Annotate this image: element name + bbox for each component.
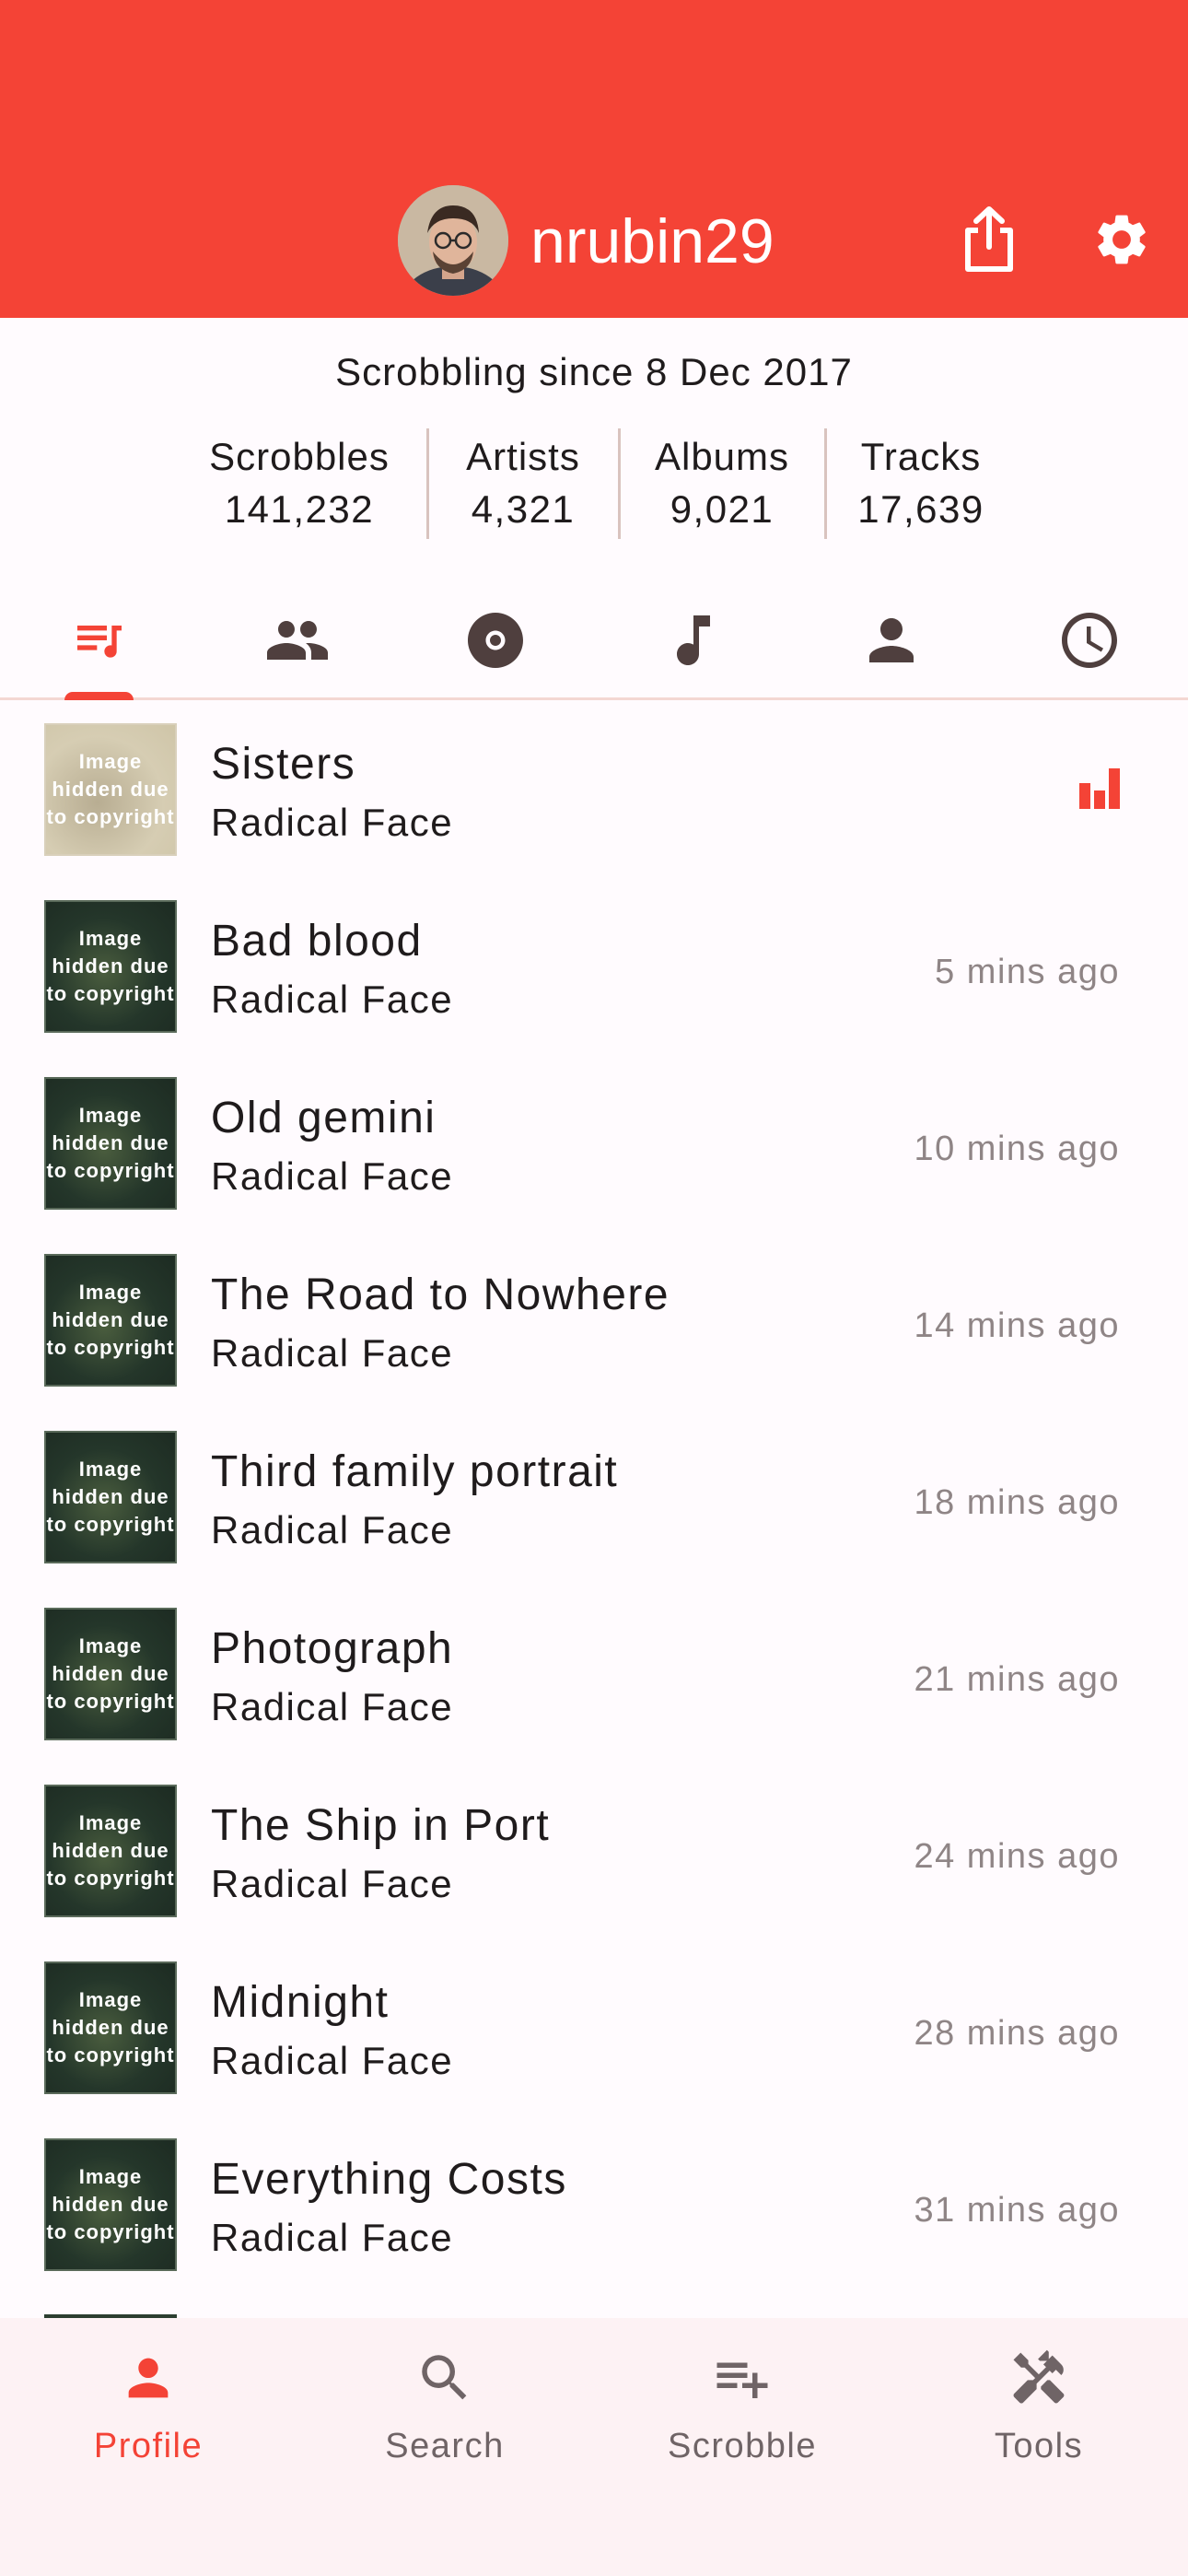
track-title: Photograph [211, 1624, 454, 1673]
list-item[interactable]: Image hidden due to copyright Photograph… [0, 1594, 1188, 1771]
track-title: Third family portrait [211, 1447, 619, 1496]
nav-profile[interactable]: Profile [0, 2346, 297, 2493]
scrobble-time: 28 mins ago [914, 2014, 1120, 2053]
track-title: The Road to Nowhere [211, 1270, 670, 1319]
track-artist: Radical Face [211, 1154, 454, 1198]
stat-artists: Artists 4,321 [451, 431, 595, 536]
track-artist: Radical Face [211, 2039, 454, 2082]
playlist-add-icon [716, 2362, 768, 2398]
album-art: Image hidden due to copyright [44, 1785, 177, 1917]
scrobbling-since: Scrobbling since 8 Dec 2017 [335, 350, 853, 393]
nav-label: Scrobble [668, 2427, 817, 2465]
track-artist: Radical Face [211, 1685, 454, 1728]
stat-divider [426, 428, 429, 539]
scrobble-time: 31 mins ago [914, 2191, 1120, 2230]
track-title: Old gemini [211, 1094, 437, 1142]
avatar[interactable] [398, 185, 508, 296]
tab-scrobbles[interactable] [0, 580, 198, 700]
nav-label: Tools [994, 2427, 1084, 2465]
album-art: Image hidden due to copyright [44, 1431, 177, 1563]
track-title: Bad blood [211, 917, 423, 966]
list-item[interactable]: Image hidden due to copyright The Road t… [0, 1240, 1188, 1417]
profile-tabs [0, 580, 1188, 700]
share-button[interactable] [954, 205, 1024, 275]
people-icon [266, 621, 328, 660]
nav-label: Profile [93, 2427, 204, 2465]
tab-history[interactable] [990, 580, 1188, 700]
scrobble-time: 24 mins ago [914, 1837, 1120, 1876]
scrobble-time: 14 mins ago [914, 1306, 1120, 1345]
app-screen: nrubin29 Scrobbling since 8 Dec 2017 Scr… [0, 0, 1188, 2576]
playlist-icon [76, 626, 122, 658]
stat-albums: Albums 9,021 [643, 431, 801, 536]
now-playing-icon [1079, 768, 1120, 809]
gear-icon [1098, 215, 1146, 264]
stat-divider [618, 428, 621, 539]
tab-artists[interactable] [792, 580, 990, 700]
tab-albums[interactable] [396, 580, 594, 700]
list-item[interactable]: Image hidden due to copyright Midnight R… [0, 1948, 1188, 2125]
track-artist: Radical Face [211, 1508, 454, 1551]
scrobble-list: Image hidden due to copyright Sisters Ra… [0, 709, 1188, 2301]
clock-icon [1061, 613, 1117, 668]
scrobble-time: 18 mins ago [914, 1483, 1120, 1522]
track-title: Everything Costs [211, 2155, 567, 2204]
album-art: Image hidden due to copyright [44, 900, 177, 1033]
stat-label: Scrobbles [209, 435, 390, 478]
search-icon [422, 2355, 467, 2400]
list-item[interactable]: Image hidden due to copyright Sisters Ra… [0, 709, 1188, 886]
nav-label: Search [385, 2427, 505, 2465]
album-art: Image hidden due to copyright [44, 1077, 177, 1210]
settings-button[interactable] [1087, 205, 1157, 275]
track-artist: Radical Face [211, 1862, 454, 1905]
track-artist: Radical Face [211, 1331, 454, 1375]
scrobble-time: 21 mins ago [914, 1660, 1120, 1699]
stat-value: 9,021 [670, 487, 775, 531]
list-item[interactable]: Image hidden due to copyright Bad blood … [0, 886, 1188, 1063]
stat-tracks: Tracks 17,639 [849, 431, 993, 536]
stat-value: 17,639 [857, 487, 984, 531]
track-title: The Ship in Port [211, 1801, 551, 1850]
list-item[interactable]: Image hidden due to copyright The Ship i… [0, 1771, 1188, 1948]
track-title: Sisters [211, 740, 356, 789]
album-art: Image hidden due to copyright [44, 1608, 177, 1740]
tab-friends[interactable] [198, 580, 396, 700]
track-artist: Radical Face [211, 978, 454, 1021]
album-art: Image hidden due to copyright [44, 1961, 177, 2094]
person-icon [868, 618, 914, 662]
bottom-navigation: Profile Search Scrobble Tools [0, 2318, 1188, 2576]
nav-search[interactable]: Search [297, 2346, 593, 2493]
tools-icon [1013, 2349, 1065, 2404]
album-art: Image hidden due to copyright [44, 1254, 177, 1387]
list-item[interactable]: Image hidden due to copyright Everything… [0, 2125, 1188, 2301]
username: nrubin29 [530, 206, 775, 276]
stat-scrobbles: Scrobbles 141,232 [197, 431, 402, 536]
stat-label: Tracks [860, 435, 982, 478]
stat-value: 141,232 [224, 487, 375, 531]
stat-value: 4,321 [471, 487, 576, 531]
stat-label: Artists [466, 435, 580, 478]
album-art: Image hidden due to copyright [44, 2138, 177, 2271]
share-icon [965, 206, 1013, 272]
list-item[interactable]: Image hidden due to copyright Old gemini… [0, 1063, 1188, 1240]
album-art: Image hidden due to copyright [44, 723, 177, 856]
track-title: Midnight [211, 1978, 390, 2027]
scrobble-time: 5 mins ago [935, 953, 1120, 991]
nav-tools[interactable]: Tools [891, 2346, 1187, 2493]
app-header: nrubin29 [0, 0, 1188, 318]
album-disc-icon [467, 613, 523, 668]
person-icon [128, 2358, 169, 2398]
list-item[interactable]: Image hidden due to copyright Third fami… [0, 1417, 1188, 1594]
stat-label: Albums [654, 435, 790, 478]
track-artist: Radical Face [211, 2216, 454, 2259]
tab-indicator [64, 692, 134, 700]
tab-tracks[interactable] [594, 580, 792, 700]
track-artist: Radical Face [211, 801, 454, 844]
stat-divider [824, 428, 827, 539]
nav-scrobble[interactable]: Scrobble [594, 2346, 891, 2493]
scrobble-time: 10 mins ago [914, 1130, 1120, 1168]
music-note-icon [676, 615, 710, 665]
